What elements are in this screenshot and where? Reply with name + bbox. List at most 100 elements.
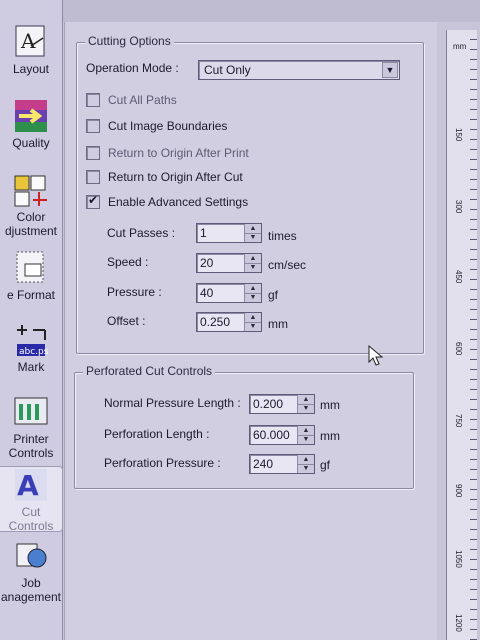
- svg-text:A: A: [20, 29, 36, 53]
- perforation-length-stepper[interactable]: 60.000 ▲ ▼: [249, 425, 315, 445]
- sidebar-item-quality[interactable]: Quality: [0, 98, 62, 150]
- sidebar: A Layout Quality Color djustment e Forma…: [0, 0, 63, 640]
- normal-pressure-length-unit: mm: [320, 398, 340, 412]
- ruler-tick-label: 1200: [454, 614, 463, 632]
- offset-value: 0.250: [200, 315, 231, 329]
- perforation-length-value: 60.000: [253, 428, 290, 442]
- checkbox[interactable]: [86, 118, 100, 133]
- spin-buttons: ▲ ▼: [244, 254, 261, 272]
- sidebar-item-label: e Format: [6, 288, 55, 302]
- sidebar-item-label: Layout: [12, 62, 50, 76]
- sidebar-item-label-line2: djustment: [4, 224, 58, 238]
- sidebar-item-printer-controls[interactable]: Printer Controls: [0, 394, 62, 460]
- vertical-ruler: mm 150 300 450 600 750 900 1050 1200: [446, 30, 477, 640]
- quality-icon: [15, 100, 47, 132]
- mouse-pointer-icon: [368, 345, 384, 366]
- operation-mode-value: Cut Only: [204, 63, 251, 77]
- perforation-pressure-unit: gf: [320, 458, 331, 472]
- cut-passes-unit: times: [268, 229, 297, 243]
- spin-buttons: ▲ ▼: [244, 313, 261, 331]
- speed-unit: cm/sec: [268, 258, 307, 272]
- job-management-icon: [16, 543, 47, 568]
- perforation-length-unit: mm: [320, 429, 340, 443]
- checkbox-return-origin-after-cut[interactable]: Return to Origin After Cut: [86, 169, 243, 184]
- spin-down-icon[interactable]: ▼: [298, 404, 314, 413]
- normal-pressure-length-stepper[interactable]: 0.200 ▲ ▼: [249, 394, 315, 414]
- spin-buttons: ▲ ▼: [297, 455, 314, 473]
- speed-value: 20: [200, 256, 214, 270]
- operation-mode-label: Operation Mode :: [86, 61, 179, 75]
- sidebar-item-cut-controls[interactable]: A Cut Controls: [0, 466, 63, 533]
- chevron-down-icon[interactable]: ▼: [382, 62, 398, 78]
- checkbox[interactable]: [86, 169, 100, 184]
- mark-icon: abc.ps: [17, 325, 49, 357]
- sidebar-item-label: Quality: [12, 136, 50, 150]
- cut-passes-label: Cut Passes :: [107, 226, 176, 240]
- ruler-tick-label: 750: [454, 414, 463, 428]
- offset-label: Offset :: [107, 314, 146, 328]
- sidebar-item-label: Mark: [17, 360, 45, 374]
- offset-stepper[interactable]: 0.250 ▲ ▼: [196, 312, 262, 332]
- offset-unit: mm: [268, 317, 288, 331]
- checkbox[interactable]: [86, 193, 100, 209]
- normal-pressure-length-value: 0.200: [253, 397, 284, 411]
- checkbox-label: Enable Advanced Settings: [108, 194, 249, 209]
- sidebar-item-color-adjustment[interactable]: Color djustment: [0, 172, 62, 238]
- checkbox[interactable]: [86, 92, 100, 107]
- group-title: Perforated Cut Controls: [83, 364, 216, 378]
- svg-text:abc.ps: abc.ps: [19, 347, 49, 357]
- speed-stepper[interactable]: 20 ▲ ▼: [196, 253, 262, 273]
- color-adjustment-icon: [14, 175, 47, 207]
- perforation-length-label: Perforation Length :: [104, 427, 210, 441]
- pressure-unit: gf: [268, 288, 279, 302]
- sidebar-item-page-format[interactable]: e Format: [0, 250, 62, 302]
- sidebar-item-mark[interactable]: abc.ps Mark: [0, 322, 62, 374]
- normal-pressure-length-label: Normal Pressure Length :: [104, 396, 241, 410]
- layout-icon: A: [15, 25, 45, 57]
- checkbox[interactable]: [86, 145, 100, 160]
- checkbox-return-origin-after-print[interactable]: Return to Origin After Print: [86, 145, 249, 160]
- spin-down-icon[interactable]: ▼: [245, 263, 261, 272]
- spin-buttons: ▲ ▼: [244, 284, 261, 302]
- operation-mode-select[interactable]: Cut Only ▼: [198, 60, 400, 80]
- speed-label: Speed :: [107, 255, 149, 269]
- cut-passes-stepper[interactable]: 1 ▲ ▼: [196, 223, 262, 243]
- ruler-unit-label: mm: [453, 42, 467, 51]
- cut-passes-value: 1: [200, 226, 207, 240]
- checkbox-label: Cut Image Boundaries: [108, 118, 228, 133]
- sidebar-item-label-line1: Color: [16, 210, 46, 224]
- checkbox-label: Cut All Paths: [108, 92, 177, 107]
- sidebar-item-job-management[interactable]: Job anagement: [0, 538, 62, 604]
- sidebar-item-layout[interactable]: A Layout: [0, 24, 62, 76]
- spin-buttons: ▲ ▼: [297, 426, 314, 444]
- pressure-stepper[interactable]: 40 ▲ ▼: [196, 283, 262, 303]
- ruler-tick-label: 450: [454, 270, 463, 284]
- ruler-tick-label: 300: [454, 200, 463, 214]
- sidebar-item-label-line1: Printer: [13, 432, 49, 446]
- checkbox-cut-image-boundaries[interactable]: Cut Image Boundaries: [86, 118, 227, 133]
- ruler-tick-label: 150: [454, 128, 463, 142]
- sidebar-item-label-line1: Cut: [21, 505, 41, 519]
- sidebar-item-label-line1: Job: [21, 576, 41, 590]
- ruler-tick-label: 1050: [454, 550, 463, 568]
- spin-down-icon[interactable]: ▼: [245, 293, 261, 302]
- ruler-tick-label: 900: [454, 484, 463, 498]
- spin-down-icon[interactable]: ▼: [245, 233, 261, 242]
- ruler-tick-label: 600: [454, 342, 463, 356]
- spin-down-icon[interactable]: ▼: [245, 322, 261, 331]
- group-title: Cutting Options: [85, 34, 174, 48]
- spin-down-icon[interactable]: ▼: [298, 435, 314, 444]
- sidebar-item-label-line2: anagement: [0, 590, 62, 604]
- spin-down-icon[interactable]: ▼: [298, 464, 314, 473]
- checkbox-cut-all-paths[interactable]: Cut All Paths: [86, 92, 177, 107]
- checkbox-label: Return to Origin After Cut: [108, 169, 243, 184]
- sidebar-item-label-line2: Controls: [8, 446, 54, 460]
- perforation-pressure-label: Perforation Pressure :: [104, 456, 221, 470]
- spin-buttons: ▲ ▼: [244, 224, 261, 242]
- pressure-label: Pressure :: [107, 285, 162, 299]
- spin-buttons: ▲ ▼: [297, 395, 314, 413]
- svg-text:A: A: [17, 469, 39, 502]
- sidebar-item-label-line2: Controls: [8, 519, 54, 533]
- checkbox-enable-advanced-settings[interactable]: Enable Advanced Settings: [86, 193, 249, 209]
- perforation-pressure-stepper[interactable]: 240 ▲ ▼: [249, 454, 315, 474]
